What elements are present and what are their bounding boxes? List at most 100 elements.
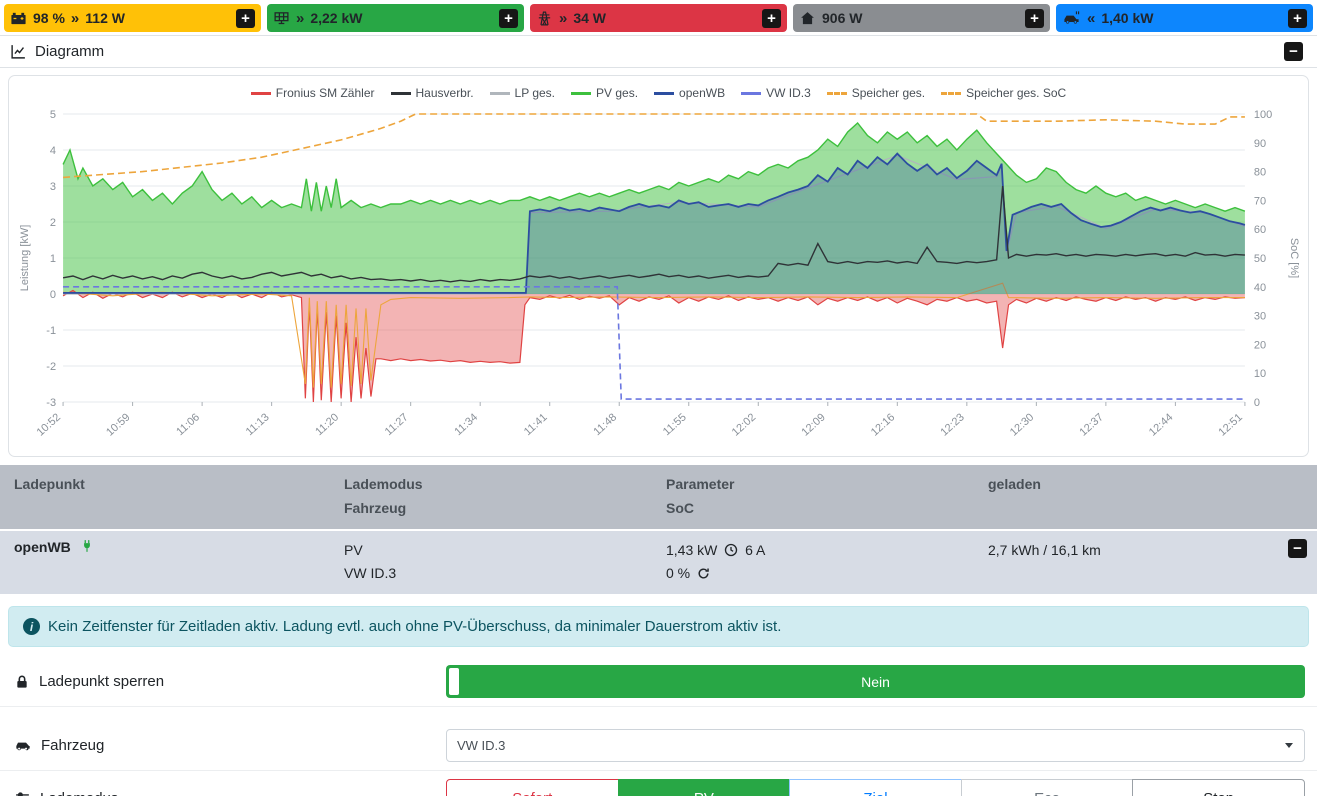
battery-expand-button[interactable]: + xyxy=(236,9,255,28)
header-fahrzeug: Fahrzeug xyxy=(344,497,666,521)
legend-item[interactable]: LP ges. xyxy=(490,86,555,100)
svg-text:10:59: 10:59 xyxy=(104,411,133,438)
chart-card: Fronius SM Zähler Hausverbr. LP ges. PV ges… xyxy=(8,75,1309,457)
info-icon: i xyxy=(23,618,40,635)
svg-text:2: 2 xyxy=(50,217,56,229)
svg-text:10:52: 10:52 xyxy=(35,411,64,438)
chargemode-stop-button[interactable]: Stop xyxy=(1132,779,1305,796)
diagram-header: Diagramm − xyxy=(0,35,1317,68)
vehicle-select-wrap: VW ID.3 xyxy=(446,729,1305,762)
svg-text:SoC [%]: SoC [%] xyxy=(1288,238,1300,278)
svg-text:12:16: 12:16 xyxy=(869,411,898,438)
flow-right-icon: » xyxy=(296,10,304,27)
svg-text:0: 0 xyxy=(50,289,56,301)
legend-item[interactable]: VW ID.3 xyxy=(741,86,811,100)
legend-item[interactable]: Fronius SM Zähler xyxy=(251,86,375,100)
flow-right-icon: » xyxy=(71,10,79,27)
chargemode-sofort-button[interactable]: Sofort xyxy=(446,779,619,796)
header-lademodus: Lademodus xyxy=(344,473,666,497)
solar-panel-icon xyxy=(273,10,290,27)
legend-swatch xyxy=(391,92,411,95)
car-icon xyxy=(14,738,32,754)
svg-text:11:48: 11:48 xyxy=(591,411,619,438)
svg-text:3: 3 xyxy=(50,181,56,193)
chargepoint-power: 1,40 kW xyxy=(1101,10,1153,26)
lock-icon xyxy=(14,674,30,690)
vehicle-select[interactable]: VW ID.3 xyxy=(446,729,1305,762)
pv-power: 2,22 kW xyxy=(310,10,362,26)
row-vehicle: VW ID.3 xyxy=(344,562,666,586)
legend-label: Fronius SM Zähler xyxy=(276,86,375,100)
svg-text:70: 70 xyxy=(1254,195,1266,207)
svg-text:5: 5 xyxy=(50,109,56,121)
status-house[interactable]: 906 W + xyxy=(793,4,1050,32)
svg-text:11:41: 11:41 xyxy=(522,411,550,438)
legend-swatch xyxy=(741,92,761,95)
header-geladen: geladen xyxy=(988,473,1278,497)
svg-text:40: 40 xyxy=(1254,282,1266,294)
chargepoint-expand-button[interactable]: + xyxy=(1288,9,1307,28)
chargemode-pv-button[interactable]: PV xyxy=(618,779,791,796)
refresh-icon[interactable] xyxy=(697,567,710,580)
chart-icon xyxy=(10,43,27,60)
svg-text:-2: -2 xyxy=(46,361,56,373)
svg-text:12:09: 12:09 xyxy=(799,411,828,438)
house-power: 906 W xyxy=(822,10,862,26)
row-charged: 2,7 kWh / 16,1 km xyxy=(988,539,1278,563)
svg-text:12:02: 12:02 xyxy=(730,411,759,438)
status-bar: 98 % » 112 W + » 2,22 kW + » 34 W + 906 … xyxy=(0,0,1317,35)
diagram-collapse-button[interactable]: − xyxy=(1284,42,1303,61)
pv-expand-button[interactable]: + xyxy=(499,9,518,28)
house-icon xyxy=(799,10,816,27)
row-collapse-button[interactable]: − xyxy=(1288,539,1307,558)
svg-text:11:55: 11:55 xyxy=(661,411,689,438)
legend-item[interactable]: Speicher ges. SoC xyxy=(941,86,1066,100)
flow-left-icon: « xyxy=(1087,10,1095,27)
status-chargepoint[interactable]: « 1,40 kW + xyxy=(1056,4,1313,32)
status-grid[interactable]: » 34 W + xyxy=(530,4,787,32)
lock-row: Ladepunkt sperren Nein xyxy=(0,657,1317,707)
svg-text:Leistung [kW]: Leistung [kW] xyxy=(19,225,31,292)
status-pv[interactable]: » 2,22 kW + xyxy=(267,4,524,32)
lock-toggle[interactable]: Nein xyxy=(446,665,1305,698)
row-mode: PV xyxy=(344,539,666,563)
chargemode-eco-button[interactable]: Eco xyxy=(961,779,1134,796)
svg-text:60: 60 xyxy=(1254,224,1266,236)
info-alert: i Kein Zeitfenster für Zeitladen aktiv. … xyxy=(8,606,1309,647)
battery-power: 112 W xyxy=(85,10,125,26)
header-parameter: Parameter xyxy=(666,473,988,497)
legend-label: Speicher ges. xyxy=(852,86,925,100)
grid-expand-button[interactable]: + xyxy=(762,9,781,28)
legend-swatch xyxy=(490,92,510,95)
chargemode-button-group: Sofort PV Ziel Eco Stop xyxy=(446,779,1305,796)
status-battery[interactable]: 98 % » 112 W + xyxy=(4,4,261,32)
battery-soc: 98 % xyxy=(33,10,65,26)
svg-text:12:44: 12:44 xyxy=(1147,411,1176,438)
lock-label: Ladepunkt sperren xyxy=(39,673,164,690)
svg-text:-3: -3 xyxy=(46,397,56,409)
svg-text:30: 30 xyxy=(1254,311,1266,323)
svg-text:4: 4 xyxy=(50,145,56,157)
diagram-title: Diagramm xyxy=(35,43,104,60)
header-ladepunkt: Ladepunkt xyxy=(14,473,344,497)
lock-toggle-handle[interactable] xyxy=(449,668,459,695)
clock-icon xyxy=(724,543,738,557)
legend-item[interactable]: Hausverbr. xyxy=(391,86,474,100)
row-soc: 0 % xyxy=(666,565,690,581)
legend-swatch xyxy=(941,92,961,95)
lademodus-icon xyxy=(14,790,31,796)
chargemode-ziel-button[interactable]: Ziel xyxy=(789,779,962,796)
svg-text:11:06: 11:06 xyxy=(174,411,202,438)
svg-text:80: 80 xyxy=(1254,167,1266,179)
info-alert-text: Kein Zeitfenster für Zeitladen aktiv. La… xyxy=(48,618,781,635)
house-expand-button[interactable]: + xyxy=(1025,9,1044,28)
svg-text:10: 10 xyxy=(1254,368,1266,380)
legend-item[interactable]: openWB xyxy=(654,86,725,100)
legend-swatch xyxy=(654,92,674,95)
row-power: 1,43 kW xyxy=(666,542,717,558)
legend-item[interactable]: Speicher ges. xyxy=(827,86,925,100)
svg-text:11:20: 11:20 xyxy=(313,411,341,438)
chargemode-row: Lademodus Sofort PV Ziel Eco Stop xyxy=(0,771,1317,796)
svg-text:12:51: 12:51 xyxy=(1216,411,1245,438)
legend-item[interactable]: PV ges. xyxy=(571,86,638,100)
